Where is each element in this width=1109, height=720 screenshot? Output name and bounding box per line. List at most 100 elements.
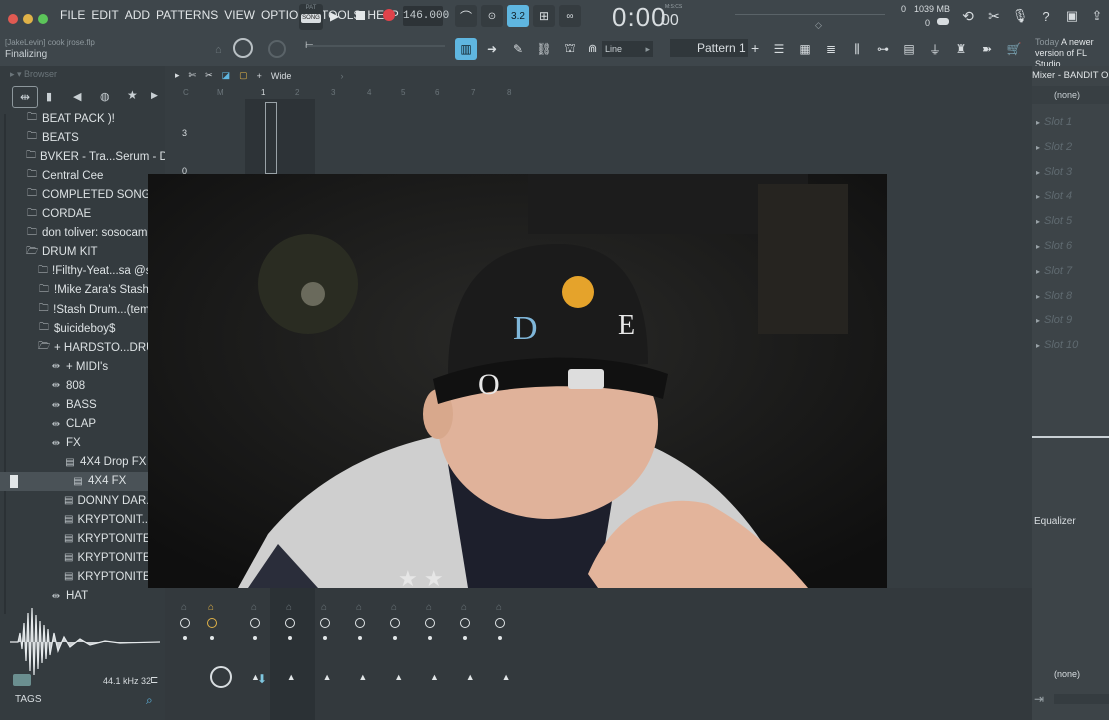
loop-record-icon[interactable]: ∞	[559, 5, 581, 27]
channel-knob[interactable]	[460, 618, 470, 628]
browser-item[interactable]: ▤KRYPTONITE Keys	[0, 567, 165, 586]
pencil-icon[interactable]: ✎	[507, 38, 529, 60]
wait-input-icon[interactable]: ⊙	[481, 5, 503, 27]
master-volume-track[interactable]	[735, 14, 885, 15]
browser-item[interactable]: 🗀 BEATS	[0, 128, 165, 147]
save-icon[interactable]: ▣	[1061, 5, 1083, 27]
browser-item[interactable]: 🗁 DRUM KIT	[0, 243, 165, 262]
channel-led[interactable]	[428, 636, 432, 640]
browser-item[interactable]: 🗀 don toliver: sosocamo	[0, 224, 165, 243]
export-icon[interactable]: ⇪	[1086, 5, 1108, 27]
channel-led[interactable]	[183, 636, 187, 640]
browser-icon[interactable]: ⊶	[872, 38, 894, 60]
playhead-marker[interactable]	[265, 102, 277, 174]
browser-item[interactable]: 🗀 $uicideboy$	[0, 319, 165, 338]
maximize-window-button[interactable]	[38, 14, 48, 24]
pat-song-switch[interactable]: PAT SONG	[299, 4, 323, 30]
plugin-icon[interactable]: ⏚	[924, 38, 946, 60]
mixer-slot[interactable]: ▸ Slot 5	[1036, 215, 1072, 227]
waveform-preview[interactable]	[10, 603, 161, 681]
channel-knob[interactable]	[207, 618, 217, 628]
mixer-slot[interactable]: ▸ Slot 8	[1036, 290, 1072, 302]
close-window-button[interactable]	[8, 14, 18, 24]
menu-file[interactable]: FILE	[60, 8, 85, 22]
channel-knob[interactable]	[495, 618, 505, 628]
browser-item[interactable]: ⇹ FX	[0, 434, 165, 453]
browser-globe-icon[interactable]: ◍	[100, 90, 110, 103]
browser-item[interactable]: ▤ 4X4 Drop FX	[0, 453, 165, 472]
browser-item[interactable]: 🗁+ HARDSTO...DRUM KI	[0, 338, 165, 357]
pattern-selector[interactable]: Pattern 1	[670, 39, 748, 57]
playlist-cut-icon[interactable]: ✄	[189, 70, 197, 81]
channel-up-icon[interactable]: ▲	[430, 672, 439, 682]
master-volume-knob[interactable]	[233, 38, 253, 58]
minimize-window-button[interactable]	[23, 14, 33, 24]
browser-all-icon[interactable]: ⇹	[12, 86, 38, 108]
tempo-tap-icon[interactable]: ♜	[950, 38, 972, 60]
channel-led[interactable]	[358, 636, 362, 640]
mixer-output-field[interactable]	[1054, 694, 1109, 704]
browser-item[interactable]: 🗀 COMPLETED SONGS	[0, 185, 165, 204]
channel-knob[interactable]	[285, 618, 295, 628]
menu-add[interactable]: ADD	[125, 8, 150, 22]
play-button[interactable]: ▶	[330, 9, 339, 23]
line-mode-select[interactable]: Line ▸	[602, 41, 653, 57]
channel-knob[interactable]	[250, 618, 260, 628]
browser-item[interactable]: ⇹ CLAP	[0, 415, 165, 434]
song-time[interactable]: 0:00	[612, 2, 667, 33]
browser-item[interactable]: 🗀 BVKER - Tra...Serum - Demo	[0, 147, 165, 166]
channel-knob[interactable]	[320, 618, 330, 628]
piano-roll-icon[interactable]: ▦	[794, 38, 816, 60]
playlist-marker-icon[interactable]: ◪	[222, 70, 231, 81]
browser-star-icon[interactable]: ★	[127, 88, 138, 102]
channel-mute-icon[interactable]: ⌂	[461, 602, 467, 613]
tutorial-icon[interactable]: ➽	[976, 38, 998, 60]
browser-item[interactable]: ▤KRYPTONITE...amplif	[0, 529, 165, 548]
piano-keys-icon[interactable]: ▥	[455, 38, 477, 60]
tags-label[interactable]: TAGS	[15, 694, 41, 705]
channel-knob[interactable]	[390, 618, 400, 628]
playlist-mode[interactable]: Wide	[271, 71, 292, 81]
channel-mute-icon[interactable]: ⌂	[356, 602, 362, 613]
browser-file-icon[interactable]: ▮	[46, 90, 52, 103]
browser-item[interactable]: ⇹ + MIDI's	[0, 357, 165, 376]
mixer-icon[interactable]: ⫼	[846, 38, 868, 60]
undo-icon[interactable]: ⟲	[957, 5, 979, 27]
channel-up-icon[interactable]: ▲	[287, 672, 296, 682]
cut-icon[interactable]: ✂	[983, 5, 1005, 27]
microphone-icon[interactable]: 🎙	[1009, 5, 1031, 27]
preview-play-icon[interactable]	[13, 674, 31, 686]
channel-mute-icon[interactable]: ⌂	[321, 602, 327, 613]
browser-item[interactable]: ▤KRYPTONITE...(Part M	[0, 548, 165, 567]
equalizer-label[interactable]: Equalizer	[1034, 516, 1076, 527]
channel-up-icon[interactable]: ▲	[502, 672, 511, 682]
add-pattern-icon[interactable]: +	[751, 40, 759, 56]
channel-knob[interactable]	[425, 618, 435, 628]
record-button[interactable]	[383, 9, 395, 21]
channel-led[interactable]	[288, 636, 292, 640]
help-icon[interactable]: ?	[1035, 5, 1057, 27]
stop-button[interactable]	[356, 11, 365, 20]
stamp-icon[interactable]: ⛫	[559, 38, 581, 60]
tempo-display[interactable]: 146.000	[403, 6, 449, 26]
browser-next-icon[interactable]: ▶	[151, 90, 158, 101]
mixer-slot[interactable]: ▸ Slot 9	[1036, 314, 1072, 326]
browser-item[interactable]: 🗀 BEAT PACK )!	[0, 109, 165, 128]
channel-mute-icon[interactable]: ⌂	[208, 602, 214, 613]
channel-main-knob[interactable]	[210, 666, 232, 688]
channel-rack-icon[interactable]: ≣	[820, 38, 842, 60]
lock-icon[interactable]: ⌂	[215, 44, 222, 56]
mixer-output-icon[interactable]: ⇥	[1034, 692, 1044, 706]
browser-speaker-icon[interactable]: ◀	[73, 90, 81, 103]
channel-knob[interactable]	[180, 618, 190, 628]
shop-icon[interactable]: 🛒	[1003, 38, 1025, 60]
pitch-icon[interactable]: ◇	[815, 20, 822, 31]
playlist-icon[interactable]: ☰	[768, 38, 790, 60]
tag-search-icon[interactable]: ⌕	[146, 693, 153, 708]
menu-patterns[interactable]: PATTERNS	[156, 8, 218, 22]
browser-item[interactable]: ▤DONNY DAR...(Part M	[0, 491, 165, 510]
channel-led[interactable]	[210, 636, 214, 640]
link-icon[interactable]: ⛓	[533, 38, 555, 60]
browser-item[interactable]: 🗀 !Filthy-Yeat...sa @slime	[0, 262, 165, 281]
channel-up-icon[interactable]: ▲	[466, 672, 475, 682]
